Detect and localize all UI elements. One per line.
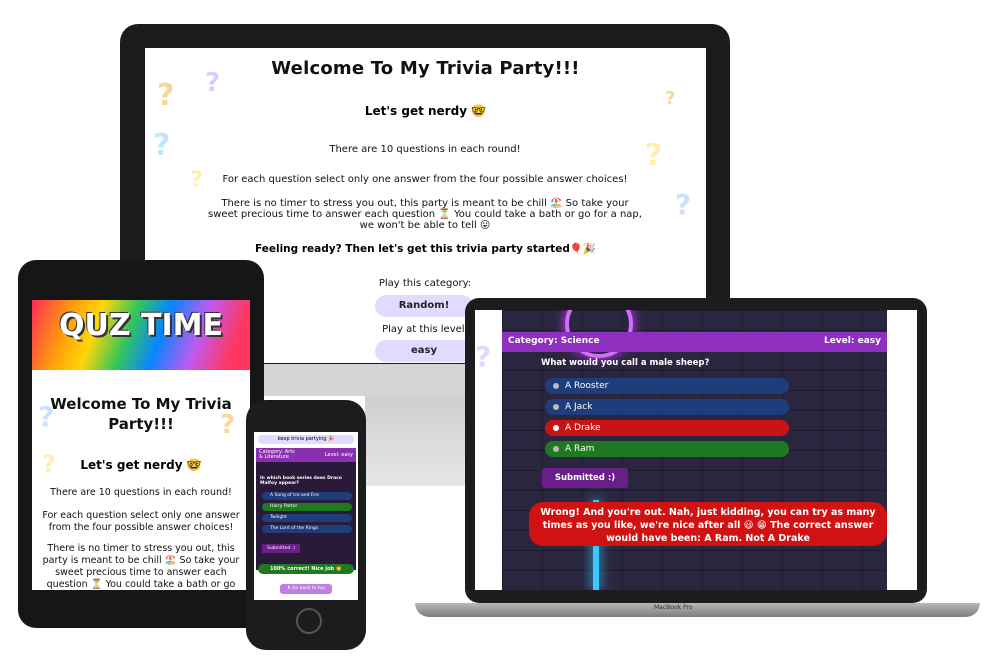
ready-prompt: Feeling ready? Then let's get this trivi… [254, 243, 596, 255]
answer-option-correct[interactable]: A Ram [545, 441, 789, 457]
answer-label: A Rooster [565, 381, 609, 391]
result-message: 100% correct! Nice job 👏 [258, 564, 354, 574]
phone-quiz-panel: Category: Arts & Literature Level: easy … [256, 448, 356, 570]
intro-rules-text: For each question select only one answer… [42, 510, 240, 533]
answer-label: A Ram [565, 444, 595, 454]
quiz-header-bar: Category: Science Level: easy [502, 332, 887, 352]
phone-screen: keep trivia partying 🎉 Category: Arts & … [254, 432, 358, 600]
answer-option[interactable]: A Jack [545, 399, 789, 415]
question-mark-decoration-icon: ? [475, 340, 492, 373]
page-subtitle: Let's get nerdy 🤓 [80, 458, 202, 472]
page-title: Welcome To My Trivia Party!!! [271, 58, 580, 79]
result-message: Wrong! And you're out. Nah, just kidding… [529, 502, 887, 546]
radio-dot-icon [553, 425, 559, 431]
level-text: Level: easy [823, 336, 881, 346]
question-mark-decoration-icon: ? [190, 168, 203, 193]
category-select[interactable]: Random! [375, 295, 473, 317]
intro-rules-text: For each question select only one answer… [222, 174, 628, 185]
category-text: Category: Arts & Literature [259, 449, 295, 460]
phone-home-button[interactable] [296, 608, 322, 634]
question-text: What would you call a male sheep? [541, 358, 710, 368]
radio-dot-icon [553, 404, 559, 410]
laptop-base [415, 603, 980, 617]
answer-option[interactable]: A Song of Ice and Fire [262, 492, 352, 500]
laptop-screen: ? Category: Science Level: easy What wou… [475, 310, 917, 590]
category-text: Category: Science [508, 336, 600, 346]
category-label: Play this category: [378, 278, 472, 289]
intro-timer-text: There is no timer to stress you out, thi… [208, 198, 642, 231]
radio-dot-icon [553, 446, 559, 452]
intro-rounds-text: There are 10 questions in each round! [329, 144, 521, 155]
question-mark-decoration-icon: ? [153, 128, 171, 163]
phone-header-pill: keep trivia partying 🎉 [258, 435, 354, 444]
page-title: Welcome To My Trivia Party!!! [50, 395, 232, 433]
page-subtitle: Let's get nerdy 🤓 [364, 104, 487, 118]
level-text: Level: easy [324, 452, 353, 458]
submit-button[interactable]: Submitted :) [542, 468, 628, 488]
intro-timer-text: There is no timer to stress you out, thi… [42, 543, 240, 590]
quiz-time-logo: QUZ TIME [58, 308, 224, 343]
answer-option-wrong[interactable]: A Drake [545, 420, 789, 436]
intro-rounds-text: There are 10 questions in each round! [50, 487, 232, 498]
level-select[interactable]: easy [375, 340, 473, 362]
answer-option-correct[interactable]: Harry Potter [262, 503, 352, 511]
back-to-top-button[interactable]: ⬆ Go back to top [280, 584, 332, 594]
question-mark-decoration-icon: ? [645, 138, 663, 173]
answer-label: A Jack [565, 402, 593, 412]
laptop-brand-label: MacBook Pro [654, 604, 693, 611]
submit-button[interactable]: Submitted :) [262, 544, 300, 553]
answer-option[interactable]: The Lord of the Rings [262, 525, 352, 533]
answer-option[interactable]: A Rooster [545, 378, 789, 394]
tablet-screen: QUZ TIME ? ? ? Welcome To My Trivia Part… [32, 300, 250, 590]
question-text: In which book series does Draco Malfoy a… [260, 476, 342, 486]
radio-dot-icon [553, 383, 559, 389]
question-mark-decoration-icon: ? [675, 188, 692, 221]
answer-option[interactable]: Twilight [262, 514, 352, 522]
answer-label: A Drake [565, 423, 601, 433]
quiz-header-bar: Category: Arts & Literature Level: easy [256, 448, 356, 462]
quiz-time-banner: QUZ TIME [32, 300, 250, 370]
